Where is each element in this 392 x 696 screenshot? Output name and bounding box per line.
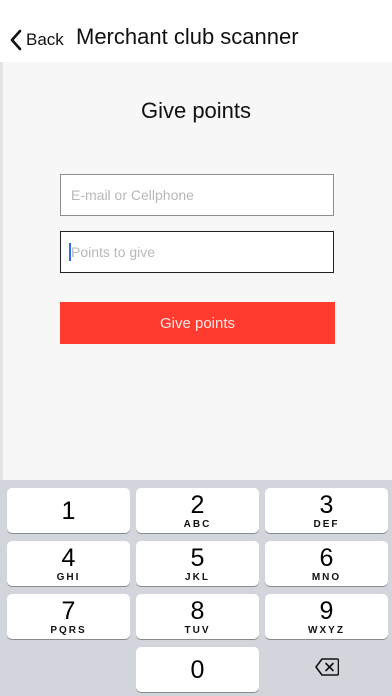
backspace-icon (314, 658, 339, 681)
key-6[interactable]: 6 MNO (265, 541, 388, 586)
key-letters: TUV (184, 624, 211, 636)
points-input[interactable] (69, 243, 325, 261)
key-letters: DEF (313, 518, 340, 530)
key-digit: 3 (319, 490, 334, 519)
delete-key[interactable] (265, 647, 388, 692)
form-heading: Give points (140, 98, 252, 123)
email-input[interactable] (69, 186, 325, 204)
key-digit: 9 (319, 596, 334, 625)
page-title: Merchant club scanner (76, 24, 299, 49)
give-points-button[interactable]: Give points (60, 302, 335, 344)
key-letters: JKL (185, 571, 210, 583)
chevron-left-icon (10, 29, 22, 51)
key-digit: 2 (190, 490, 205, 519)
key-4[interactable]: 4 GHI (7, 541, 130, 586)
key-digit: 6 (319, 543, 334, 572)
key-5[interactable]: 5 JKL (136, 541, 259, 586)
key-letters: MNO (311, 571, 342, 583)
give-points-form: Give points Give points (0, 62, 392, 480)
points-field[interactable] (60, 231, 334, 273)
key-1[interactable]: 1 (7, 488, 130, 533)
key-digit: 8 (190, 596, 205, 625)
key-digit: 5 (190, 543, 205, 572)
back-button[interactable]: Back (10, 26, 64, 54)
key-letters: WXYZ (308, 624, 345, 636)
key-8[interactable]: 8 TUV (136, 594, 259, 639)
navigation-bar: Back Merchant club scanner (0, 0, 392, 62)
email-field[interactable] (60, 174, 334, 216)
key-digit: 0 (190, 655, 205, 684)
key-digit: 4 (61, 543, 76, 572)
key-letters: PQRS (50, 624, 87, 636)
key-digit: 7 (61, 596, 76, 625)
key-2[interactable]: 2 ABC (136, 488, 259, 533)
key-letters: GHI (56, 571, 81, 583)
key-9[interactable]: 9 WXYZ (265, 594, 388, 639)
back-label: Back (26, 30, 64, 49)
key-7[interactable]: 7 PQRS (7, 594, 130, 639)
key-3[interactable]: 3 DEF (265, 488, 388, 533)
numeric-keypad: 1 2 ABC 3 DEF 4 GHI 5 JKL 6 MNO 7 PQRS 8… (0, 480, 392, 696)
key-letters: ABC (183, 518, 212, 530)
key-0[interactable]: 0 (136, 647, 259, 692)
key-digit: 1 (61, 496, 76, 525)
